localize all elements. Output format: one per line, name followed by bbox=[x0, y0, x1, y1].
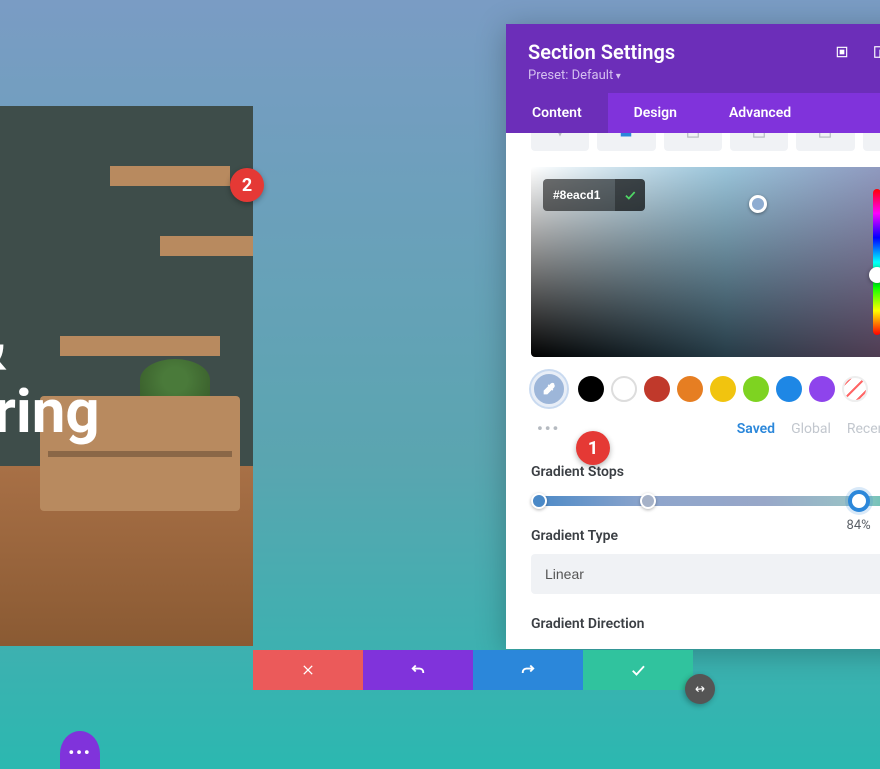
gradient-direction-label: Gradient Direction bbox=[531, 616, 880, 632]
eyedropper-button[interactable] bbox=[531, 371, 567, 407]
palette-tab-saved[interactable]: Saved bbox=[737, 421, 775, 437]
gradient-type-select-wrap: Linear ▲▼ bbox=[531, 554, 880, 594]
hue-slider[interactable] bbox=[873, 189, 880, 335]
gradient-stop[interactable] bbox=[531, 493, 547, 509]
cancel-button[interactable] bbox=[253, 650, 363, 690]
panel-header: Section Settings Preset: Default ⋮ bbox=[506, 24, 880, 93]
bg-type-gradient[interactable] bbox=[597, 133, 655, 151]
save-button[interactable] bbox=[583, 650, 693, 690]
page-background-preview: & oring bbox=[0, 106, 253, 646]
settings-panel: Section Settings Preset: Default ⋮ Conte… bbox=[506, 24, 880, 649]
swatch-black[interactable] bbox=[578, 376, 604, 402]
palette-tab-recent[interactable]: Recent bbox=[847, 421, 880, 437]
gradient-stops-label: Gradient Stops bbox=[531, 464, 880, 480]
page-fab-more[interactable]: ••• bbox=[60, 731, 100, 769]
tab-design[interactable]: Design bbox=[608, 93, 703, 133]
swatch-orange[interactable] bbox=[677, 376, 703, 402]
gradient-stops-bar[interactable]: 84% bbox=[531, 496, 880, 506]
bg-type-mask[interactable] bbox=[863, 133, 880, 151]
bg-type-pattern[interactable] bbox=[796, 133, 854, 151]
swatch-row bbox=[531, 371, 880, 407]
background-type-row bbox=[531, 133, 880, 151]
gradient-stop-selected[interactable] bbox=[848, 490, 870, 512]
tabs: Content Design Advanced bbox=[506, 93, 880, 133]
bg-type-image[interactable] bbox=[664, 133, 722, 151]
more-dots-icon[interactable]: ••• bbox=[531, 419, 560, 438]
tab-advanced[interactable]: Advanced bbox=[703, 93, 817, 133]
panel-body: ••• Saved Global Recent Gradient Stops 8… bbox=[506, 133, 880, 649]
bg-type-video[interactable] bbox=[730, 133, 788, 151]
swatch-red[interactable] bbox=[644, 376, 670, 402]
gradient-stop-percent: 84% bbox=[847, 518, 871, 533]
palette-tab-global[interactable]: Global bbox=[791, 421, 831, 437]
undo-button[interactable] bbox=[363, 650, 473, 690]
expand-icon[interactable] bbox=[834, 44, 850, 60]
sv-cursor[interactable] bbox=[749, 195, 767, 213]
color-picker: ••• Saved Global Recent bbox=[531, 167, 880, 438]
hex-confirm-button[interactable] bbox=[615, 179, 645, 211]
tab-content[interactable]: Content bbox=[506, 93, 608, 133]
swatch-white[interactable] bbox=[611, 376, 637, 402]
hue-thumb[interactable] bbox=[869, 267, 880, 283]
swatch-transparent[interactable] bbox=[842, 376, 868, 402]
preset-selector[interactable]: Preset: Default bbox=[528, 68, 880, 83]
hex-input[interactable] bbox=[543, 180, 615, 210]
swatch-green[interactable] bbox=[743, 376, 769, 402]
swatch-yellow[interactable] bbox=[710, 376, 736, 402]
gradient-type-label: Gradient Type bbox=[531, 528, 880, 544]
responsive-icon[interactable] bbox=[872, 44, 880, 60]
hex-input-group bbox=[543, 179, 645, 211]
swatch-purple[interactable] bbox=[809, 376, 835, 402]
redo-button[interactable] bbox=[473, 650, 583, 690]
saturation-value-area[interactable] bbox=[531, 167, 880, 357]
swatch-blue[interactable] bbox=[776, 376, 802, 402]
callout-badge-1: 1 bbox=[576, 431, 610, 465]
hero-text-line2: oring bbox=[0, 382, 253, 442]
bg-type-color[interactable] bbox=[531, 133, 589, 151]
hero-text-line1: & bbox=[0, 310, 253, 382]
panel-footer bbox=[253, 650, 693, 690]
gradient-stop[interactable] bbox=[640, 493, 656, 509]
callout-badge-2: 2 bbox=[230, 168, 264, 202]
gradient-type-select[interactable]: Linear bbox=[531, 554, 880, 594]
panel-title: Section Settings bbox=[528, 40, 880, 64]
hero-text-overlay: & oring bbox=[0, 106, 253, 646]
